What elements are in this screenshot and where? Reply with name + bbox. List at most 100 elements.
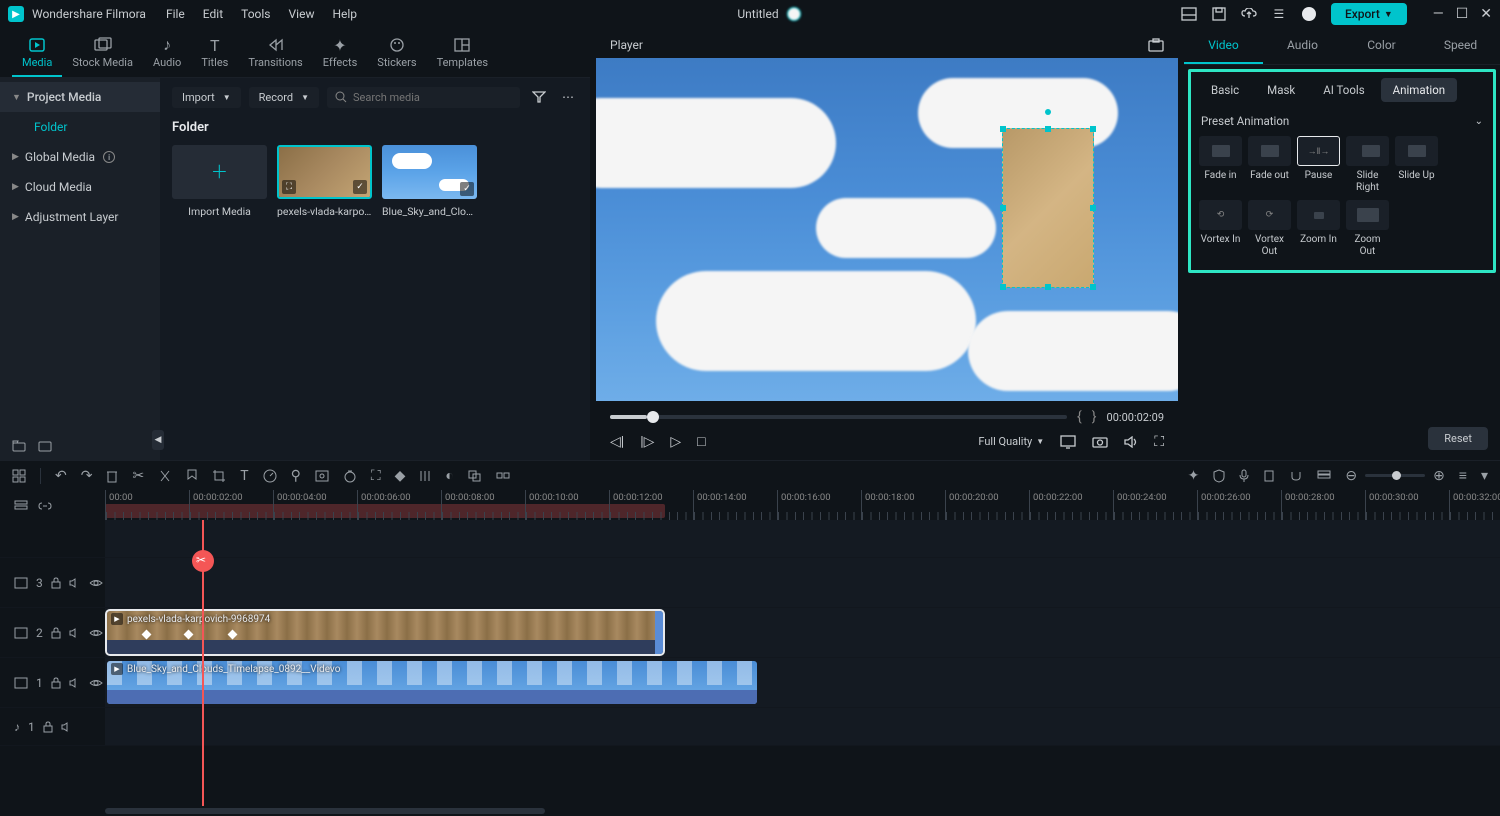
mark-in-button[interactable]: { [1077,409,1082,425]
collapse-sidebar-button[interactable]: ◀ [152,430,164,450]
audio-mixer-icon[interactable] [1263,469,1275,483]
visibility-icon[interactable] [89,628,103,638]
stop-button[interactable]: □ [697,433,705,450]
crop-button[interactable] [212,469,226,483]
tab-stock-media[interactable]: Stock Media [62,32,143,77]
tab-stickers[interactable]: Stickers [367,32,426,77]
menu-tools[interactable]: Tools [241,7,270,21]
sidebar-item-project-media[interactable]: ▼Project Media [0,82,160,112]
keyframe-marker[interactable] [228,630,238,640]
lock-icon[interactable] [51,677,61,689]
close-button[interactable]: ✕ [1480,6,1492,22]
speed-button[interactable] [263,469,277,483]
undo-button[interactable]: ↶ [55,468,67,484]
tab-audio[interactable]: ♪Audio [143,32,191,77]
menu-edit[interactable]: Edit [203,7,223,21]
anim-slide-up[interactable]: Slide Up [1395,136,1438,194]
link-button[interactable]: ⚲ [291,468,301,484]
import-media-tile[interactable]: + Import Media [172,145,267,218]
new-folder-icon[interactable] [12,440,26,452]
render-button[interactable]: ◐ [445,467,453,484]
mic-icon[interactable] [1239,469,1249,483]
sidebar-item-adjustment-layer[interactable]: ▶Adjustment Layer [0,202,160,232]
tab-media[interactable]: Media [12,32,62,77]
horizontal-scrollbar[interactable] [0,806,1500,816]
avatar[interactable] [1301,6,1317,22]
subtab-mask[interactable]: Mask [1255,78,1307,102]
anim-fade-in[interactable]: Fade in [1199,136,1242,194]
redo-button[interactable]: ↷ [81,468,93,484]
mute-icon[interactable] [69,628,81,638]
marker-button[interactable] [186,469,198,483]
mute-icon[interactable] [69,678,81,688]
save-icon[interactable] [1211,6,1227,22]
sidebar-item-global-media[interactable]: ▶Global Mediai [0,142,160,172]
anim-zoom-in[interactable]: Zoom In [1297,200,1340,258]
group-button[interactable] [468,470,482,482]
color-match-button[interactable] [315,470,329,482]
mute-icon[interactable] [69,578,81,588]
track-video-icon[interactable] [14,677,28,689]
visibility-icon[interactable] [89,578,103,588]
next-frame-button[interactable]: |▷ [640,434,654,450]
play-button[interactable]: ▷ [670,434,681,450]
search-input[interactable] [327,87,520,108]
text-button[interactable]: T [240,468,248,484]
mute-icon[interactable] [61,722,73,732]
grid-icon[interactable] [12,469,26,483]
anim-slide-right[interactable]: Slide Right [1346,136,1389,194]
inspector-tab-audio[interactable]: Audio [1263,28,1342,64]
lock-icon[interactable] [43,721,53,733]
zoom-out-button[interactable]: ⊖ [1345,468,1357,484]
display-icon[interactable] [1060,435,1076,449]
menu-icon[interactable]: ☰ [1271,6,1287,22]
keyframe-marker[interactable] [142,630,152,640]
maximize-button[interactable]: ☐ [1456,6,1469,22]
reset-button[interactable]: Reset [1428,427,1488,450]
tab-transitions[interactable]: Transitions [238,32,312,77]
link-tracks-icon[interactable] [38,499,52,511]
media-thumb[interactable]: ✓ Blue_Sky_and_Clouds... [382,145,477,218]
inspector-tab-speed[interactable]: Speed [1421,28,1500,64]
export-button[interactable]: Export ▼ [1331,3,1407,25]
track-options-icon[interactable]: ▾ [1481,468,1488,484]
timeline-clip[interactable]: ▶ Blue_Sky_and_Clouds_Timelapse_0892__Vi… [107,661,757,704]
subtab-basic[interactable]: Basic [1199,78,1251,102]
visibility-icon[interactable] [89,678,103,688]
sidebar-item-folder[interactable]: Folder [0,112,160,142]
shield-icon[interactable] [1213,469,1225,483]
scrub-slider[interactable] [610,415,1067,419]
menu-file[interactable]: File [166,7,185,21]
menu-help[interactable]: Help [332,7,357,21]
ungroup-button[interactable] [496,470,510,482]
add-track-icon[interactable] [14,499,28,511]
subtab-ai-tools[interactable]: AI Tools [1311,78,1376,102]
mark-out-button[interactable]: } [1092,409,1097,425]
menu-view[interactable]: View [289,7,315,21]
tab-effects[interactable]: ✦Effects [313,32,368,77]
keyframe-button[interactable]: ◆ [395,468,406,484]
timeline-clip[interactable]: ▶ pexels-vlada-karpovich-9968974 [107,611,663,654]
record-dropdown[interactable]: Record▼ [249,87,319,108]
snapshot-icon[interactable] [1148,38,1164,52]
duration-button[interactable] [343,469,357,483]
tab-titles[interactable]: TTitles [191,32,238,77]
prev-frame-button[interactable]: ◁| [610,434,624,450]
minimize-button[interactable]: — [1433,6,1444,22]
track-video-icon[interactable] [14,577,28,589]
inspector-tab-video[interactable]: Video [1184,28,1263,64]
anim-zoom-out[interactable]: Zoom Out [1346,200,1389,258]
more-icon[interactable]: ⋯ [558,86,578,108]
track-height-icon[interactable] [1317,470,1331,482]
zoom-in-button[interactable]: ⊕ [1433,468,1445,484]
track-list-icon[interactable]: ≡ [1459,467,1467,484]
time-ruler[interactable]: 00:00 00:00:02:00 00:00:04:00 00:00:06:0… [105,490,1500,520]
subtab-animation[interactable]: Animation [1381,78,1457,102]
overlay-clip-transform[interactable] [1002,128,1094,288]
anim-fade-out[interactable]: Fade out [1248,136,1291,194]
playback-quality-dropdown[interactable]: Full Quality▼ [978,435,1044,448]
cut-button[interactable]: ✂ [132,468,144,484]
anim-vortex-out[interactable]: ⟳Vortex Out [1248,200,1291,258]
camera-icon[interactable] [1092,436,1108,448]
lock-icon[interactable] [51,627,61,639]
